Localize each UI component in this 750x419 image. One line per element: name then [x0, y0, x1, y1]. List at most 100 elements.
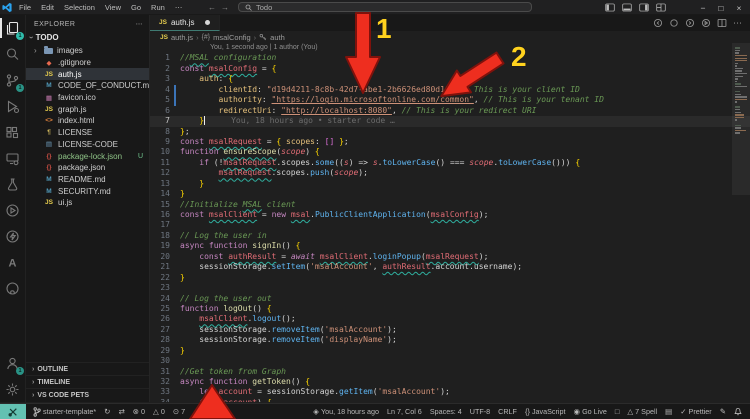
- toggle-panel-icon[interactable]: [622, 3, 632, 12]
- code-line-1[interactable]: 1//MSAL configuration: [150, 53, 750, 63]
- status-you-18-hours-ago[interactable]: ◈ You, 18 hours ago: [313, 407, 379, 416]
- activity-remote-explorer[interactable]: [0, 145, 25, 171]
- file-item-CODE_OF_CONDUCT.md[interactable]: M CODE_OF_CONDUCT.md: [26, 80, 149, 92]
- status-utf-8[interactable]: UTF-8: [470, 407, 490, 416]
- code-line-8[interactable]: 8};: [150, 127, 750, 137]
- minimap[interactable]: [734, 46, 748, 135]
- status-bell-icon[interactable]: [734, 407, 742, 416]
- code-line-12[interactable]: 12 msalRequest.scopes.push(scope);: [150, 168, 750, 178]
- activity-accounts[interactable]: 1: [0, 350, 25, 376]
- status-0[interactable]: △ 0: [153, 407, 165, 416]
- status-layers-icon[interactable]: ⇄: [118, 407, 124, 416]
- file-item-package.json[interactable]: {} package.json: [26, 162, 149, 174]
- file-item-images[interactable]: › images: [26, 45, 149, 57]
- code-line-3[interactable]: 3 auth: {: [150, 74, 750, 84]
- code-line-22[interactable]: 22}: [150, 273, 750, 283]
- close-button[interactable]: ×: [730, 3, 748, 13]
- explorer-more-actions-icon[interactable]: ⋯: [136, 20, 143, 28]
- file-item-SECURITY.md[interactable]: M SECURITY.md: [26, 185, 149, 197]
- code-line-13[interactable]: 13 }: [150, 179, 750, 189]
- code-line-4[interactable]: 4 clientId: "d19d4211-8c8b-42d7-abe1-2b6…: [150, 84, 750, 96]
- activity-github[interactable]: [0, 275, 25, 301]
- run-file-icon[interactable]: [701, 18, 711, 28]
- code-line-25[interactable]: 25 function logOut() {: [150, 304, 750, 314]
- status-pencil-icon[interactable]: ✎: [720, 407, 726, 416]
- menu-run[interactable]: Run: [146, 3, 170, 12]
- file-item-LICENSE[interactable]: ¶ LICENSE: [26, 127, 149, 139]
- section-vs-code-pets[interactable]: › VS CODE PETS: [26, 388, 149, 401]
- status-prettier[interactable]: ✓ Prettier: [680, 407, 711, 416]
- status-starter-template[interactable]: starter-template*: [33, 406, 96, 417]
- modified-dot-icon[interactable]: [204, 20, 210, 25]
- customize-layout-icon[interactable]: [656, 3, 666, 12]
- status-crlf[interactable]: CRLF: [498, 407, 517, 416]
- code-line-19[interactable]: 19 async function signIn() {: [150, 241, 750, 251]
- file-item-README.md[interactable]: M README.md: [26, 174, 149, 186]
- status-go-live[interactable]: ◉ Go Live: [574, 407, 607, 416]
- menu-file[interactable]: File: [14, 3, 36, 12]
- code-line-18[interactable]: 18// Log the user in: [150, 231, 750, 241]
- file-item-.gitignore[interactable]: ◆ .gitignore: [26, 57, 149, 69]
- code-line-27[interactable]: 27 sessionStorage.removeItem('msalAccoun…: [150, 325, 750, 335]
- file-item-LICENSE-CODE[interactable]: ▤ LICENSE-CODE: [26, 139, 149, 151]
- menu-view[interactable]: View: [100, 3, 126, 12]
- code-line-23[interactable]: 23: [150, 283, 750, 293]
- code-line-30[interactable]: 30: [150, 356, 750, 366]
- code-line-15[interactable]: 15//Initialize MSAL client: [150, 200, 750, 210]
- code-line-11[interactable]: 11 if (!msalRequest.scopes.some((s) => s…: [150, 158, 750, 168]
- activity-explorer[interactable]: 1: [0, 15, 25, 41]
- section-outline[interactable]: › OUTLINE: [26, 362, 149, 375]
- file-item-index.html[interactable]: <> index.html: [26, 115, 149, 127]
- root-folder-row[interactable]: › TODO: [26, 31, 149, 44]
- code-line-10[interactable]: 10 function ensureScope(scope) {: [150, 147, 750, 157]
- code-line-28[interactable]: 28 sessionStorage.removeItem('displayNam…: [150, 335, 750, 345]
- status-7[interactable]: ⊙ 7: [173, 407, 185, 416]
- minimize-button[interactable]: −: [694, 3, 712, 13]
- activity-play-circle[interactable]: [0, 197, 25, 223]
- status-box-icon[interactable]: □: [615, 407, 620, 416]
- restore-button[interactable]: □: [712, 3, 730, 13]
- settings-gear-icon[interactable]: [0, 376, 25, 402]
- tab-auth-js[interactable]: JS auth.js: [150, 15, 220, 31]
- remote-indicator[interactable]: [0, 404, 26, 419]
- file-item-ui.js[interactable]: JS ui.js: [26, 197, 149, 209]
- activity-thunder-client[interactable]: [0, 223, 25, 249]
- nav-back-icon[interactable]: ←: [208, 0, 216, 15]
- next-change-icon[interactable]: [685, 18, 695, 28]
- status-ln-7-col-6[interactable]: Ln 7, Col 6: [387, 407, 422, 416]
- code-line-16[interactable]: 16 const msalClient = new msal.PublicClie…: [150, 210, 750, 220]
- toggle-secondary-sidebar-icon[interactable]: [639, 3, 649, 12]
- activity-azure[interactable]: A: [0, 249, 25, 275]
- code-line-26[interactable]: 26 msalClient.logout();: [150, 314, 750, 324]
- code-line-17[interactable]: 17: [150, 220, 750, 230]
- toggle-primary-sidebar-icon[interactable]: [605, 3, 615, 12]
- file-item-package-lock.json[interactable]: {} package-lock.json U: [26, 150, 149, 162]
- code-line-6[interactable]: 6 redirectUri: "http://localhost:8080", …: [150, 106, 750, 116]
- status-7-spell[interactable]: △ 7 Spell: [627, 407, 657, 416]
- status-preview-icon[interactable]: ▤: [665, 407, 672, 416]
- activity-search[interactable]: [0, 41, 25, 67]
- breadcrumb-file[interactable]: auth.js: [171, 33, 193, 42]
- status-javascript[interactable]: {} JavaScript: [525, 407, 566, 416]
- status-sync-icon[interactable]: ↻: [104, 407, 110, 416]
- menu-edit[interactable]: Edit: [36, 3, 59, 12]
- command-center-search[interactable]: Todo: [238, 2, 532, 12]
- code-line-2[interactable]: 2 const msalConfig = {: [150, 64, 750, 74]
- code-line-9[interactable]: 9 const msalRequest = { scopes: [] };: [150, 137, 750, 147]
- status-spaces-4[interactable]: Spaces: 4: [430, 407, 462, 416]
- status-0[interactable]: ⊗ 0: [133, 407, 145, 416]
- activity-source-control[interactable]: 1: [0, 67, 25, 93]
- menu-[interactable]: ⋯: [170, 3, 188, 12]
- code-area[interactable]: You, 1 second ago | 1 author (You) 1//MSA…: [150, 43, 750, 402]
- prev-change-icon[interactable]: [653, 18, 663, 28]
- file-item-auth.js[interactable]: JS auth.js: [26, 68, 149, 81]
- code-line-14[interactable]: 14}: [150, 189, 750, 199]
- file-item-graph.js[interactable]: JS graph.js: [26, 103, 149, 115]
- code-line-32[interactable]: 32 async function getToken() {: [150, 377, 750, 387]
- split-editor-icon[interactable]: [717, 18, 727, 28]
- breadcrumb-symbol[interactable]: msalConfig: [213, 33, 251, 42]
- code-line-29[interactable]: 29}: [150, 346, 750, 356]
- code-line-21[interactable]: 21 sessionStorage.setItem('msalAccount',…: [150, 262, 750, 272]
- menu-go[interactable]: Go: [126, 3, 146, 12]
- code-line-31[interactable]: 31//Get token from Graph: [150, 367, 750, 377]
